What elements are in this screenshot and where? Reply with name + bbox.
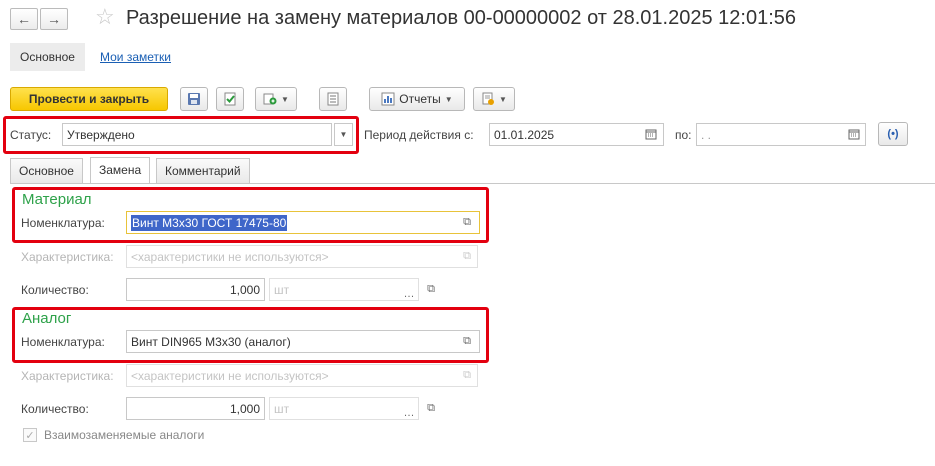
print-button[interactable]: ▼	[473, 87, 515, 111]
form-tab-main[interactable]: Основное	[10, 43, 85, 71]
open-icon[interactable]: ⧉	[457, 331, 477, 352]
status-value: Утверждено	[67, 127, 135, 142]
form-tab-notes[interactable]: Мои заметки	[90, 43, 181, 71]
open-icon[interactable]: ⧉	[421, 279, 441, 300]
material-characteristic-input: <характеристики не используются>	[126, 245, 478, 268]
period-to-label: по:	[675, 128, 692, 142]
page-title: Разрешение на замену материалов 00-00000…	[126, 7, 797, 29]
tab-main[interactable]: Основное	[10, 158, 83, 183]
post-and-close-button[interactable]: Провести и закрыть	[10, 87, 168, 111]
chevron-down-icon: ▼	[444, 94, 453, 104]
checkmark-icon: ✓	[25, 429, 35, 442]
calendar-icon[interactable]	[641, 124, 661, 144]
analog-quantity-input[interactable]: 1,000	[126, 397, 265, 420]
status-label: Статус:	[10, 128, 52, 142]
interchangeable-label: Взаимозаменяемые аналоги	[44, 428, 205, 442]
post-document-icon	[224, 92, 236, 106]
open-icon: ⧉	[463, 369, 471, 381]
calendar-icon[interactable]	[844, 124, 864, 144]
analog-characteristic-label: Характеристика:	[21, 369, 114, 383]
create-based-on-button[interactable]: ▼	[255, 87, 297, 111]
open-icon[interactable]: ⧉	[457, 212, 477, 233]
star-icon[interactable]: ☆	[95, 6, 115, 28]
reports-button[interactable]: Отчеты ▼	[369, 87, 465, 111]
arrow-left-icon: ←	[17, 11, 31, 27]
material-unit-input[interactable]: шт	[269, 278, 419, 301]
tab-divider	[10, 183, 935, 184]
signal-icon: (•)	[887, 128, 899, 140]
status-dropdown-button[interactable]: ▼	[334, 123, 353, 146]
period-to-input[interactable]: . .	[696, 123, 866, 146]
chevron-down-icon: ▼	[499, 94, 507, 104]
open-icon[interactable]: ⧉	[421, 398, 441, 419]
material-quantity-value: 1,000	[229, 282, 260, 297]
analog-nomenclature-input[interactable]: Винт DIN965 M3x30 (аналог)	[126, 330, 480, 353]
report-icon	[381, 92, 395, 106]
material-section-title: Материал	[22, 191, 92, 208]
analog-nomenclature-value: Винт DIN965 M3x30 (аналог)	[131, 334, 291, 349]
analog-quantity-value: 1,000	[229, 401, 260, 416]
forward-button[interactable]: →	[40, 8, 68, 30]
ellipsis-icon: …	[403, 407, 415, 419]
back-button[interactable]: ←	[10, 8, 38, 30]
period-from-label: Период действия с:	[364, 128, 474, 142]
material-nomenclature-label: Номенклатура:	[21, 216, 105, 230]
floppy-disk-icon	[188, 93, 200, 105]
print-icon	[482, 92, 495, 105]
material-characteristic-label: Характеристика:	[21, 250, 114, 264]
tab-replace[interactable]: Замена	[90, 157, 151, 183]
open-icon: ⧉	[463, 250, 471, 262]
period-setup-button[interactable]: (•)	[878, 122, 908, 146]
status-select[interactable]: Утверждено	[62, 123, 332, 146]
analog-unit-value: шт	[274, 401, 290, 416]
analog-characteristic-input: <характеристики не используются>	[126, 364, 478, 387]
material-quantity-input[interactable]: 1,000	[126, 278, 265, 301]
arrow-right-icon: →	[47, 11, 61, 27]
analog-nomenclature-label: Номенклатура:	[21, 335, 105, 349]
analog-unit-input[interactable]: шт	[269, 397, 419, 420]
analog-quantity-label: Количество:	[21, 402, 89, 416]
period-from-value: 01.01.2025	[494, 127, 555, 142]
analog-unit-select-button[interactable]: …	[400, 398, 418, 419]
chevron-down-icon: ▼	[339, 130, 348, 139]
analog-section-title: Аналог	[22, 310, 72, 327]
material-characteristic-placeholder: <характеристики не используются>	[131, 249, 329, 264]
material-quantity-label: Количество:	[21, 283, 89, 297]
period-from-input[interactable]: 01.01.2025	[489, 123, 664, 146]
ellipsis-icon: …	[403, 288, 415, 300]
material-unit-value: шт	[274, 282, 290, 297]
tab-comment[interactable]: Комментарий	[156, 158, 250, 183]
structure-button[interactable]	[319, 87, 347, 111]
material-unit-select-button[interactable]: …	[400, 279, 418, 300]
period-to-value: . .	[701, 127, 712, 142]
create-based-on-icon	[263, 93, 277, 105]
material-nomenclature-value: Винт М3х30 ГОСТ 17475-80	[131, 214, 288, 231]
interchangeable-checkbox[interactable]: ✓	[23, 428, 37, 442]
material-nomenclature-input[interactable]: Винт М3х30 ГОСТ 17475-80	[126, 211, 480, 234]
document-list-icon	[327, 92, 339, 106]
analog-characteristic-placeholder: <характеристики не используются>	[131, 368, 329, 383]
save-button[interactable]	[180, 87, 208, 111]
chevron-down-icon: ▼	[281, 94, 289, 104]
reports-label: Отчеты	[399, 92, 441, 106]
post-button[interactable]	[216, 87, 244, 111]
